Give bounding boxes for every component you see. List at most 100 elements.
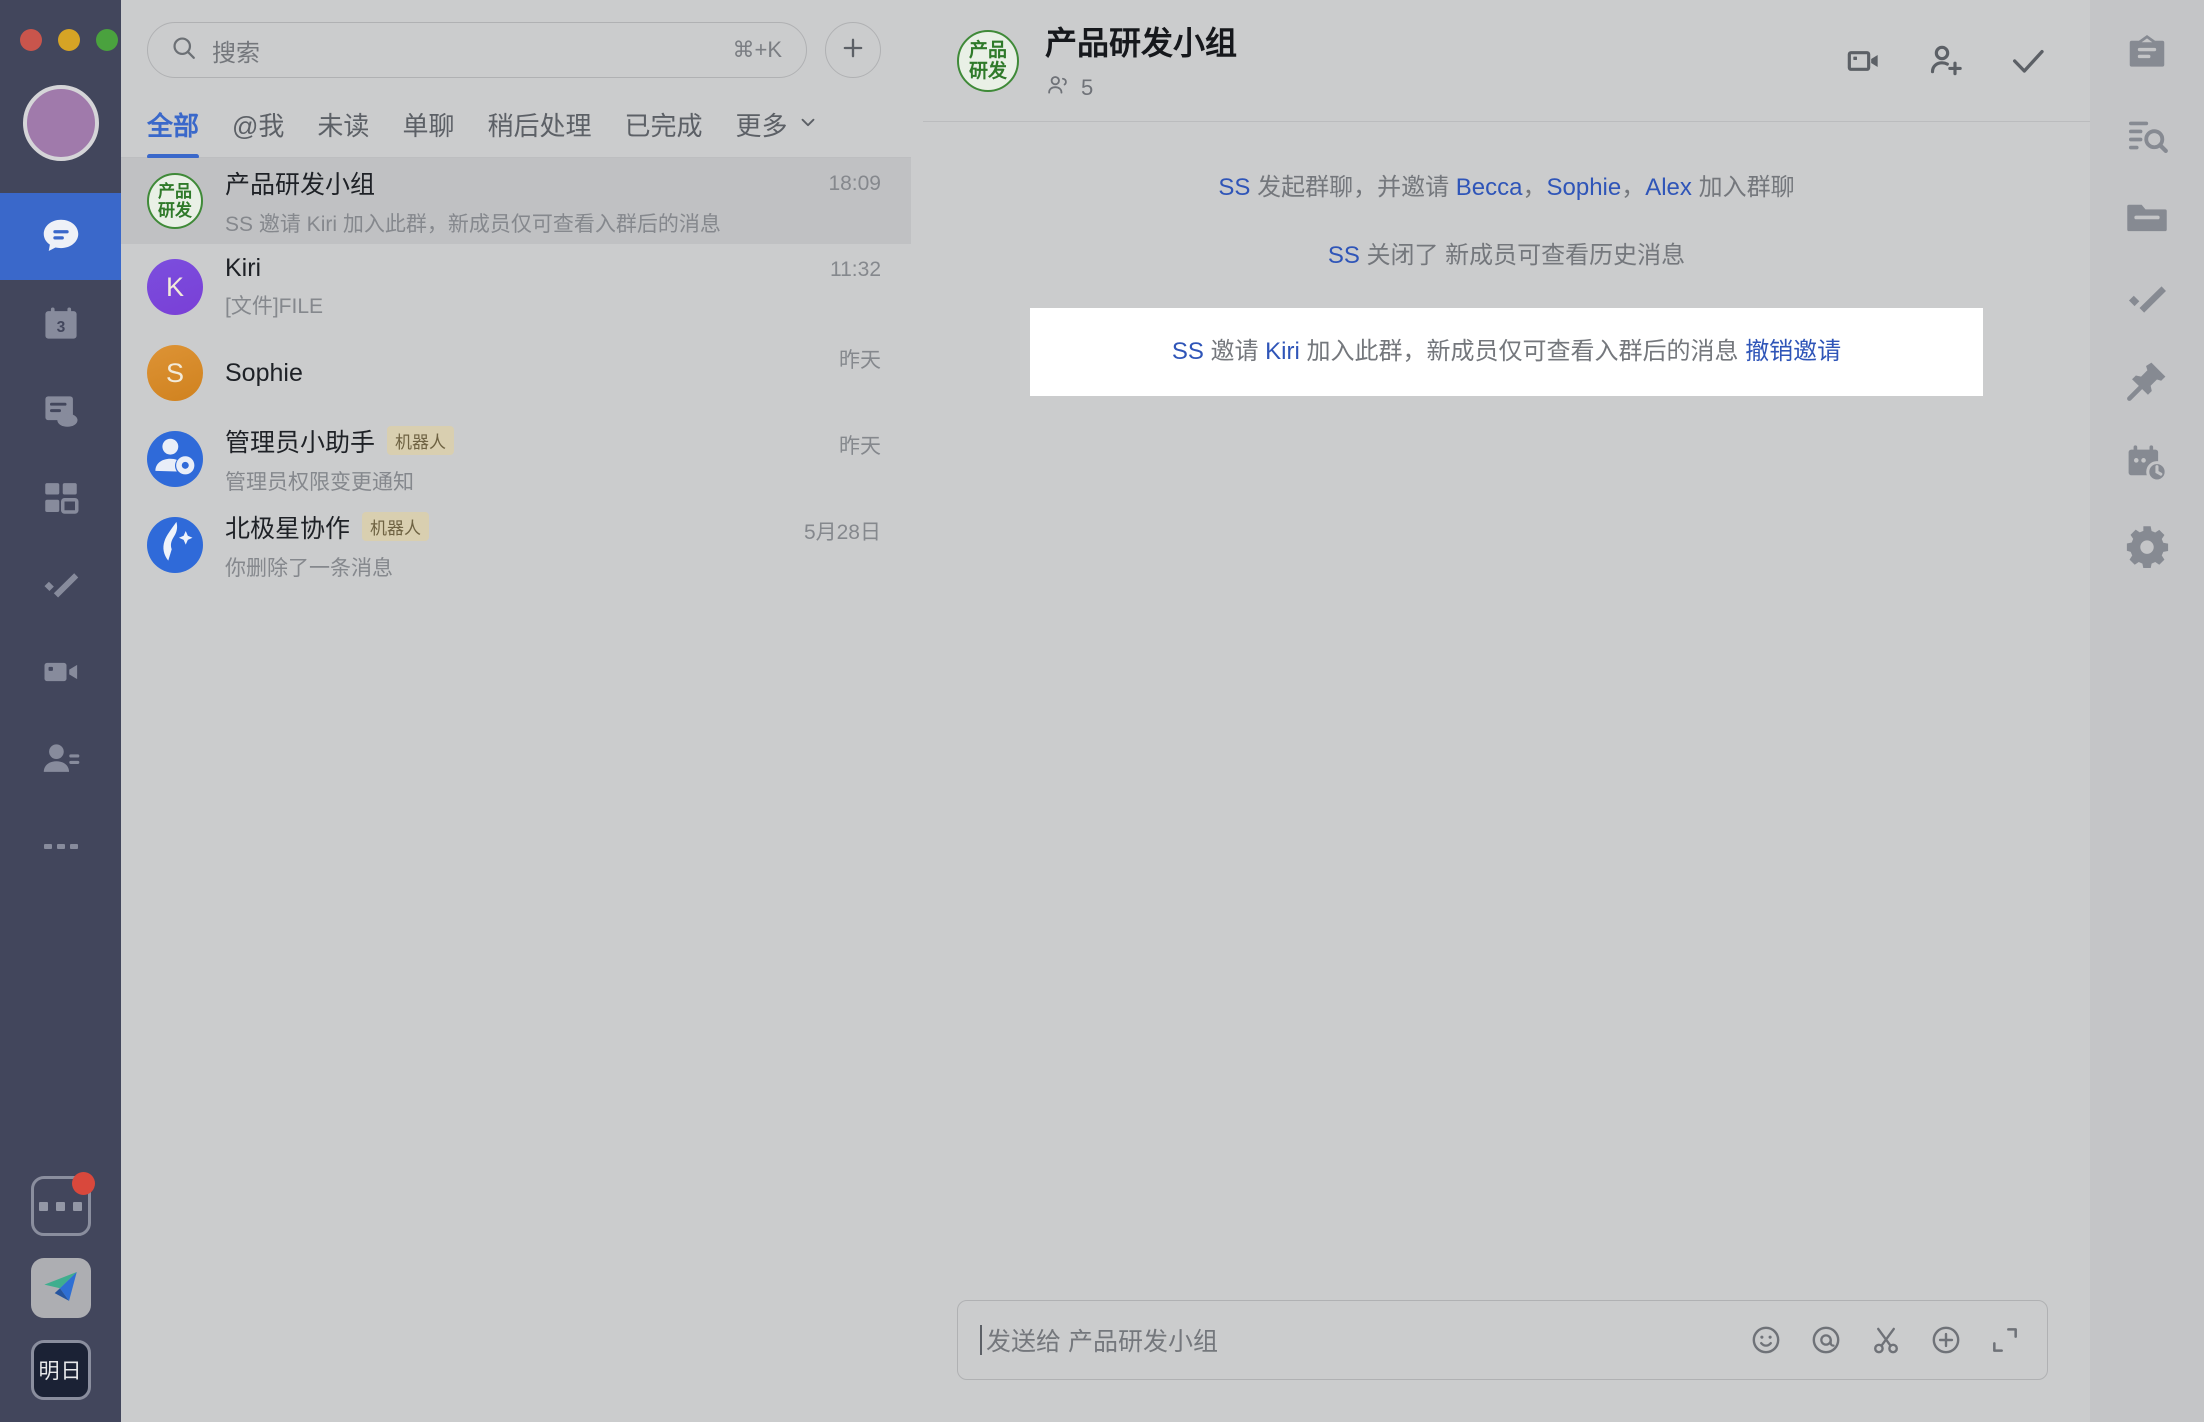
search-input[interactable]: 搜索 ⌘+K [147, 22, 807, 78]
user-avatar[interactable] [22, 85, 99, 161]
list-item-preview: [文件]FILE [225, 295, 324, 318]
plus-circle-icon[interactable] [1929, 1323, 1963, 1357]
message-input[interactable]: 发送给 产品研发小组 [957, 1300, 2048, 1380]
list-item-title-line: 产品研发小组 [225, 165, 814, 201]
at-mention-icon[interactable] [1809, 1323, 1843, 1357]
rail-item-chat[interactable] [0, 193, 121, 280]
video-camera-icon [39, 650, 83, 694]
avatar-initial: K [165, 271, 184, 302]
system-message-invite-highlighted: SS 邀请 Kiri 加入此群，新成员仅可查看入群后的消息 撤销邀请 [1030, 308, 1983, 396]
rail-item-more[interactable] [0, 802, 121, 889]
tab-mentions[interactable]: @我 [232, 106, 284, 157]
more-dots-box-icon [39, 1201, 82, 1211]
task-check-icon[interactable] [2124, 276, 2170, 322]
list-item-timestamp: 11:32 [830, 258, 881, 281]
member-count-row[interactable]: 5 [1045, 72, 1844, 104]
pin-icon[interactable] [2124, 358, 2170, 404]
check-icon[interactable] [2008, 41, 2048, 81]
search-icon [170, 34, 198, 67]
tab-label: @我 [232, 111, 285, 141]
tab-done[interactable]: 已完成 [624, 106, 702, 157]
list-item-timestamp: 昨天 [839, 349, 881, 372]
rail-bottom-group: 明日 [0, 1172, 121, 1400]
composer-area: 发送给 产品研发小组 [923, 1300, 2090, 1422]
chat-bubble-icon [38, 214, 84, 260]
avatar [147, 431, 203, 487]
conversation-avatar[interactable]: 产品 研发 [957, 29, 1019, 92]
chat-filter-tabs: 全部 @我 未读 单聊 稍后处理 已完成 更多 [121, 78, 911, 159]
emoji-icon[interactable] [1749, 1323, 1783, 1357]
tab-label: 已完成 [624, 111, 703, 141]
minimize-window-button[interactable] [58, 29, 80, 51]
revoke-invite-link[interactable]: 撤销邀请 [1745, 338, 1841, 365]
svg-text:3: 3 [56, 319, 65, 336]
rail-item-tasks[interactable] [0, 541, 121, 628]
message-actor: SS [1171, 338, 1204, 365]
avatar: 产品 研发 [147, 173, 203, 229]
calendar-clock-icon[interactable] [2124, 440, 2170, 486]
rail-item-video[interactable] [0, 628, 121, 715]
video-call-icon[interactable] [1844, 41, 1884, 81]
rail-item-contacts[interactable] [0, 715, 121, 802]
paper-plane-icon [40, 1265, 82, 1312]
list-item-polaris-bot[interactable]: 北极星协作 机器人 你删除了一条消息 5月28日 [121, 502, 911, 588]
chat-list-panel: 搜索 ⌘+K 全部 @我 未读 单聊 稍后处理 已完成 更多 产品 研发 产品研… [121, 0, 911, 1422]
list-item-sophie[interactable]: S Sophie 昨天 [121, 330, 911, 416]
bot-badge: 机器人 [362, 512, 430, 541]
list-item-admin-bot[interactable]: 管理员小助手 机器人 管理员权限变更通知 昨天 [121, 416, 911, 502]
list-item-title-line: 管理员小助手 机器人 [225, 423, 825, 459]
list-item-content: 管理员小助手 机器人 管理员权限变更通知 [225, 423, 825, 496]
expand-icon[interactable] [1989, 1324, 2021, 1356]
close-window-button[interactable] [20, 29, 42, 51]
text-caret [980, 1325, 982, 1355]
search-list-icon[interactable] [2124, 112, 2170, 158]
list-item-preview: 管理员权限变更通知 [225, 470, 414, 494]
list-item-content: Kiri [文件]FILE [225, 254, 816, 320]
rail-item-calendar[interactable]: 3 [0, 280, 121, 367]
composer-tools [1749, 1323, 2021, 1357]
list-item-timestamp: 5月28日 [803, 521, 881, 544]
avatar-line-2: 研发 [968, 60, 1007, 82]
status-tomorrow-button[interactable]: 明日 [30, 1340, 91, 1400]
app-shortcut-button[interactable] [30, 1258, 91, 1318]
scissors-icon[interactable] [1869, 1323, 1903, 1357]
rail-item-apps[interactable] [0, 454, 121, 541]
message-text: 加入此群，新成员仅可查看入群后的消息 [1299, 338, 1746, 365]
list-item-content: Sophie [225, 359, 825, 388]
list-item-kiri[interactable]: K Kiri [文件]FILE 11:32 [121, 244, 911, 330]
avatar [147, 517, 203, 573]
apps-grid-icon [40, 477, 82, 519]
tab-label: 更多 [735, 111, 788, 141]
tab-all[interactable]: 全部 [147, 106, 200, 159]
folder-icon[interactable] [2124, 194, 2170, 240]
gear-icon[interactable] [2124, 522, 2170, 568]
tab-unread[interactable]: 未读 [317, 106, 369, 157]
list-item-product-group[interactable]: 产品 研发 产品研发小组 SS 邀请 Kiri 加入此群，新成员仅可查看入群后的… [121, 158, 911, 244]
conversation-title-block: 产品研发小组 5 [1045, 18, 1844, 104]
conversation-list: 产品 研发 产品研发小组 SS 邀请 Kiri 加入此群，新成员仅可查看入群后的… [121, 158, 911, 1422]
rail-item-docs[interactable] [0, 367, 121, 454]
page-title: 产品研发小组 [1045, 24, 1238, 61]
task-check-icon [39, 563, 83, 607]
workspace-more-button[interactable] [30, 1172, 95, 1236]
maximize-window-button[interactable] [96, 29, 118, 51]
list-item-timestamp: 昨天 [839, 435, 881, 458]
announcement-icon[interactable] [2124, 30, 2170, 76]
message-member: Sophie [1546, 174, 1622, 201]
tab-single-chat[interactable]: 单聊 [402, 106, 454, 157]
tab-more[interactable]: 更多 [735, 106, 818, 157]
search-placeholder: 搜索 [212, 39, 260, 67]
new-chat-button[interactable] [825, 22, 881, 78]
invite-message-row: SS 邀请 Kiri 加入此群，新成员仅可查看入群后的消息 撤销邀请 [1030, 334, 1983, 370]
tab-label: 未读 [317, 111, 370, 141]
avatar: S [147, 345, 203, 401]
tab-label: 稍后处理 [487, 111, 592, 141]
add-person-icon[interactable] [1926, 41, 1966, 81]
list-item-content: 北极星协作 机器人 你删除了一条消息 [225, 509, 790, 582]
message-actor: SS [1327, 242, 1360, 269]
message-text: 发起群聊，并邀请 [1250, 174, 1456, 201]
tab-later[interactable]: 稍后处理 [487, 106, 591, 157]
list-item-title-line: 北极星协作 机器人 [225, 509, 790, 545]
bot-badge: 机器人 [387, 426, 455, 455]
members-icon [1045, 72, 1071, 104]
